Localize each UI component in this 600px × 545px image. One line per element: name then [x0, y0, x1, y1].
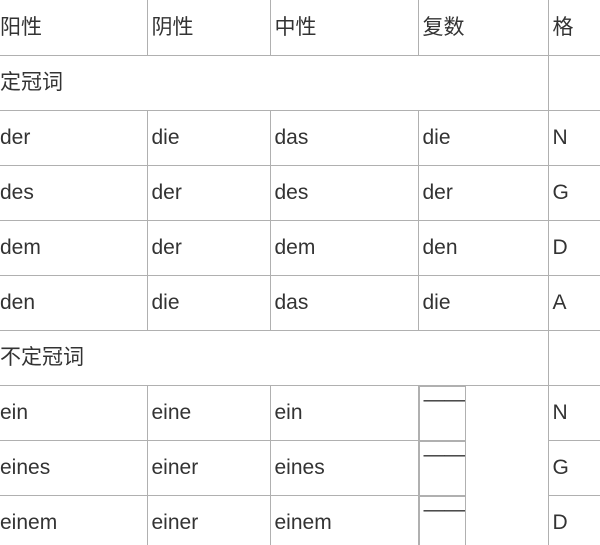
cell-neuter: des — [269, 164, 419, 221]
cell-neuter: einem — [269, 495, 419, 545]
cell-case: D — [547, 219, 600, 276]
table-header-row: 阳性 阴性 中性 复数 格 — [0, 0, 600, 56]
cell-feminine: der — [146, 219, 271, 276]
cell-plural: die — [417, 109, 549, 166]
cell-case: N — [547, 384, 600, 441]
table-row: dem der dem den D — [0, 219, 600, 276]
column-header-case: 格 — [547, 0, 600, 56]
cell-masculine: der — [0, 109, 148, 166]
cell-feminine: die — [146, 109, 271, 166]
table-row: ein eine ein —— N — [0, 384, 600, 441]
section-title-indefinite: 不定冠词 — [0, 329, 549, 386]
cell-plural-dash: —— — [418, 385, 466, 441]
cell-case: A — [547, 274, 600, 331]
cell-plural: den — [417, 219, 549, 276]
cell-plural-dash: —— — [418, 495, 466, 545]
section-case-spacer-definite — [547, 54, 600, 111]
article-declension-table: 阳性 阴性 中性 复数 格 定冠词 der die das die N des … — [0, 0, 600, 545]
cell-plural: die — [417, 274, 549, 331]
cell-masculine: einem — [0, 495, 148, 545]
cell-feminine: der — [146, 164, 271, 221]
cell-feminine: eine — [146, 384, 271, 441]
table-row: den die das die A — [0, 274, 600, 331]
cell-neuter: das — [269, 274, 419, 331]
column-header-masculine: 阳性 — [0, 0, 148, 56]
table-row: der die das die N — [0, 109, 600, 166]
section-title-definite: 定冠词 — [0, 54, 549, 111]
cell-plural-dash: —— — [418, 440, 466, 496]
cell-neuter: eines — [269, 440, 419, 496]
table-row: einem einer einem —— D — [0, 495, 600, 545]
cell-neuter: dem — [269, 219, 419, 276]
column-header-feminine: 阴性 — [146, 0, 271, 56]
cell-masculine: eines — [0, 440, 148, 496]
cell-masculine: ein — [0, 384, 148, 441]
cell-neuter: ein — [269, 384, 419, 441]
section-case-spacer-indefinite — [547, 329, 600, 386]
table-row: eines einer eines —— G — [0, 440, 600, 496]
section-header-row-indefinite: 不定冠词 — [0, 329, 600, 386]
column-header-plural: 复数 — [417, 0, 549, 56]
cell-case: N — [547, 109, 600, 166]
cell-masculine: des — [0, 164, 148, 221]
cell-plural: der — [417, 164, 549, 221]
cell-case: D — [547, 495, 600, 545]
cell-feminine: die — [146, 274, 271, 331]
cell-feminine: einer — [146, 495, 271, 545]
cell-feminine: einer — [146, 440, 271, 496]
cell-masculine: den — [0, 274, 148, 331]
section-header-row-definite: 定冠词 — [0, 54, 600, 111]
cell-neuter: das — [269, 109, 419, 166]
cell-case: G — [547, 440, 600, 496]
cell-masculine: dem — [0, 219, 148, 276]
cell-case: G — [547, 164, 600, 221]
column-header-neuter: 中性 — [269, 0, 419, 56]
table-row: des der des der G — [0, 164, 600, 221]
